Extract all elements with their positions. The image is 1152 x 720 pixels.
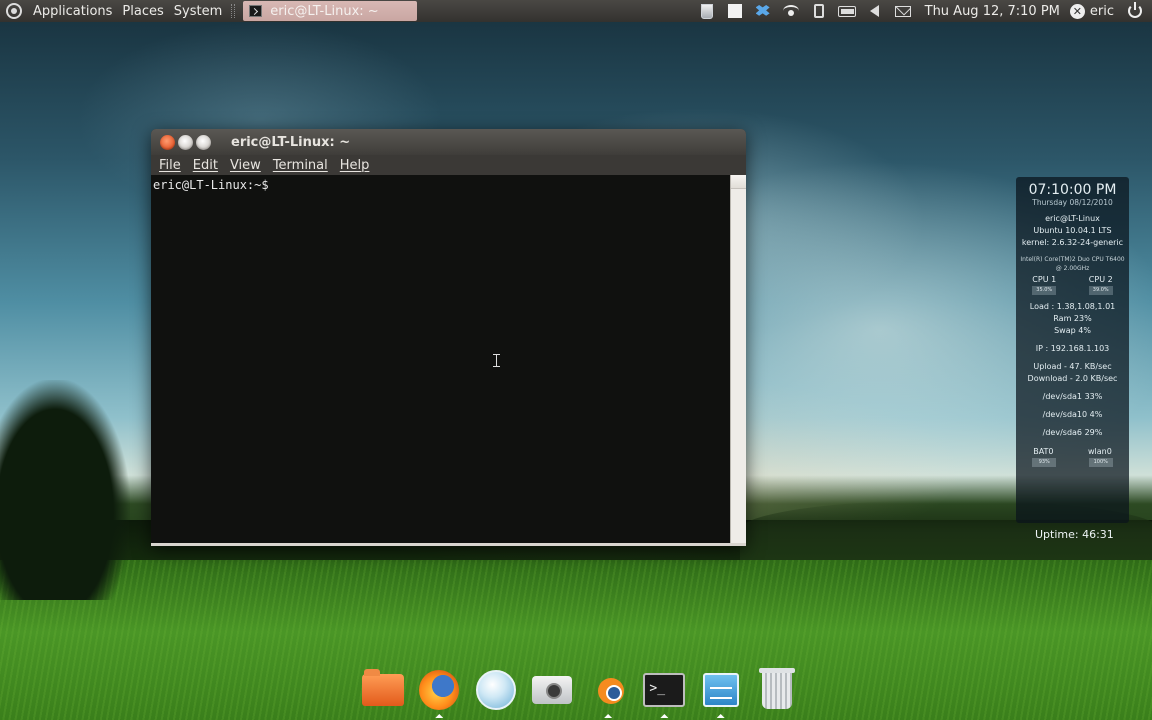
blender-icon[interactable] — [585, 666, 631, 718]
terminal-menubar: File Edit View Terminal Help — [151, 155, 746, 175]
conky-upload: Upload - 47. KB/sec — [1033, 362, 1112, 371]
conky-wlan-label: wlan0 — [1087, 447, 1112, 456]
conky-ram: Ram 23% — [1053, 314, 1092, 323]
conky-bat-label: BAT0 — [1033, 447, 1054, 456]
conky-disk-sda10: /dev/sda10 4% — [1042, 410, 1103, 419]
taskbar-button-label: eric@LT-Linux: ~ — [270, 3, 379, 19]
menu-places[interactable]: Places — [117, 0, 168, 22]
menu-applications[interactable]: Applications — [28, 0, 117, 22]
menu-view[interactable]: View — [230, 158, 261, 173]
user-name[interactable]: eric — [1090, 4, 1114, 19]
conky-wlan-bar: 100% — [1088, 458, 1113, 467]
conky-disk-sda6: /dev/sda6 29% — [1042, 428, 1103, 437]
top-panel: Applications Places System eric@LT-Linux… — [0, 0, 1152, 22]
conky-time: 07:10:00 PM — [1028, 182, 1117, 198]
conky-host: eric@LT-Linux — [1045, 214, 1100, 223]
conky-bat-wlan-labels: BAT0 wlan0 — [1016, 447, 1129, 456]
menu-edit[interactable]: Edit — [193, 158, 218, 173]
conky-cpu2-label: CPU 2 — [1088, 275, 1113, 284]
menu-system[interactable]: System — [169, 0, 227, 22]
conky-system-monitor: 07:10:00 PM Thursday 08/12/2010 eric@LT-… — [1016, 177, 1129, 523]
taskbar-button-terminal[interactable]: eric@LT-Linux: ~ — [243, 1, 418, 21]
shell-prompt: eric@LT-Linux:~$ — [153, 178, 269, 192]
system-tray: Thu Aug 12, 7:10 PM ✕ eric — [693, 0, 1152, 22]
firefox-icon[interactable] — [416, 666, 462, 718]
conky-load: Load : 1.38,1.08,1.01 — [1029, 302, 1116, 311]
user-status-icon[interactable]: ✕ — [1069, 3, 1085, 19]
conky-cpu1-label: CPU 1 — [1032, 275, 1057, 284]
camera-icon[interactable] — [529, 666, 575, 714]
panel-separator — [231, 4, 236, 18]
ubuntu-logo-icon[interactable] — [6, 3, 22, 19]
menu-file[interactable]: File — [159, 158, 181, 173]
application-dock: >_ — [360, 662, 800, 718]
trash-icon[interactable] — [754, 666, 800, 714]
phone-icon[interactable] — [810, 3, 828, 19]
scroll-up-button[interactable] — [731, 175, 746, 189]
terminal-window: eric@LT-Linux: ~ File Edit View Terminal… — [151, 129, 746, 546]
conky-disk-sda1: /dev/sda1 33% — [1042, 392, 1103, 401]
conky-date: Thursday 08/12/2010 — [1032, 198, 1113, 207]
maximize-window-button[interactable] — [196, 134, 211, 150]
conky-cpu-model: Intel(R) Core(TM)2 Duo CPU T6400 — [1020, 256, 1125, 263]
web-browser-icon[interactable] — [473, 666, 519, 714]
minimize-window-button[interactable] — [178, 134, 193, 150]
conky-os: Ubuntu 10.04.1 LTS — [1033, 226, 1112, 235]
window-title: eric@LT-Linux: ~ — [231, 134, 351, 150]
window-bottom-border — [151, 543, 746, 546]
dropbox-icon[interactable] — [754, 3, 772, 19]
conky-bat-bar: 93% — [1032, 458, 1057, 467]
terminal-content[interactable]: eric@LT-Linux:~$ — [151, 175, 730, 543]
white-square-icon[interactable] — [726, 3, 744, 19]
conky-swap: Swap 4% — [1054, 326, 1091, 335]
text-cursor-icon — [493, 354, 502, 367]
terminal-scrollbar[interactable] — [730, 175, 746, 543]
power-icon[interactable] — [1128, 2, 1142, 18]
conky-uptime: Uptime: 46:31 — [1035, 528, 1114, 541]
window-titlebar[interactable]: eric@LT-Linux: ~ — [151, 129, 746, 155]
terminal-icon[interactable]: >_ — [641, 666, 687, 718]
close-window-button[interactable] — [160, 134, 175, 150]
system-monitor-icon[interactable] — [698, 666, 744, 718]
conky-cpu-bars: 35.0% 39.0% — [1016, 286, 1129, 295]
conky-cpu-labels: CPU 1 CPU 2 — [1016, 275, 1129, 284]
conky-ip: IP : 192.168.1.103 — [1035, 344, 1110, 353]
menu-terminal[interactable]: Terminal — [273, 158, 328, 173]
folder-icon[interactable] — [360, 666, 406, 714]
conky-cpu-freq: @ 2.00GHz — [1055, 265, 1090, 272]
conky-download: Download - 2.0 KB/sec — [1027, 374, 1118, 383]
wifi-icon[interactable] — [782, 3, 800, 19]
conky-kernel: kernel: 2.6.32-24-generic — [1021, 238, 1124, 247]
conky-cpu1-bar: 35.0% — [1032, 286, 1057, 295]
menu-help[interactable]: Help — [340, 158, 370, 173]
terminal-small-icon — [249, 5, 263, 17]
conky-cpu2-bar: 39.0% — [1088, 286, 1113, 295]
trash-icon[interactable] — [698, 3, 716, 19]
wallpaper-tree — [0, 380, 130, 600]
panel-clock[interactable]: Thu Aug 12, 7:10 PM — [925, 4, 1060, 19]
battery-icon[interactable] — [837, 3, 856, 19]
mail-icon[interactable] — [894, 3, 912, 19]
volume-icon[interactable] — [866, 3, 884, 19]
conky-bat-wlan-bars: 93% 100% — [1016, 458, 1129, 467]
